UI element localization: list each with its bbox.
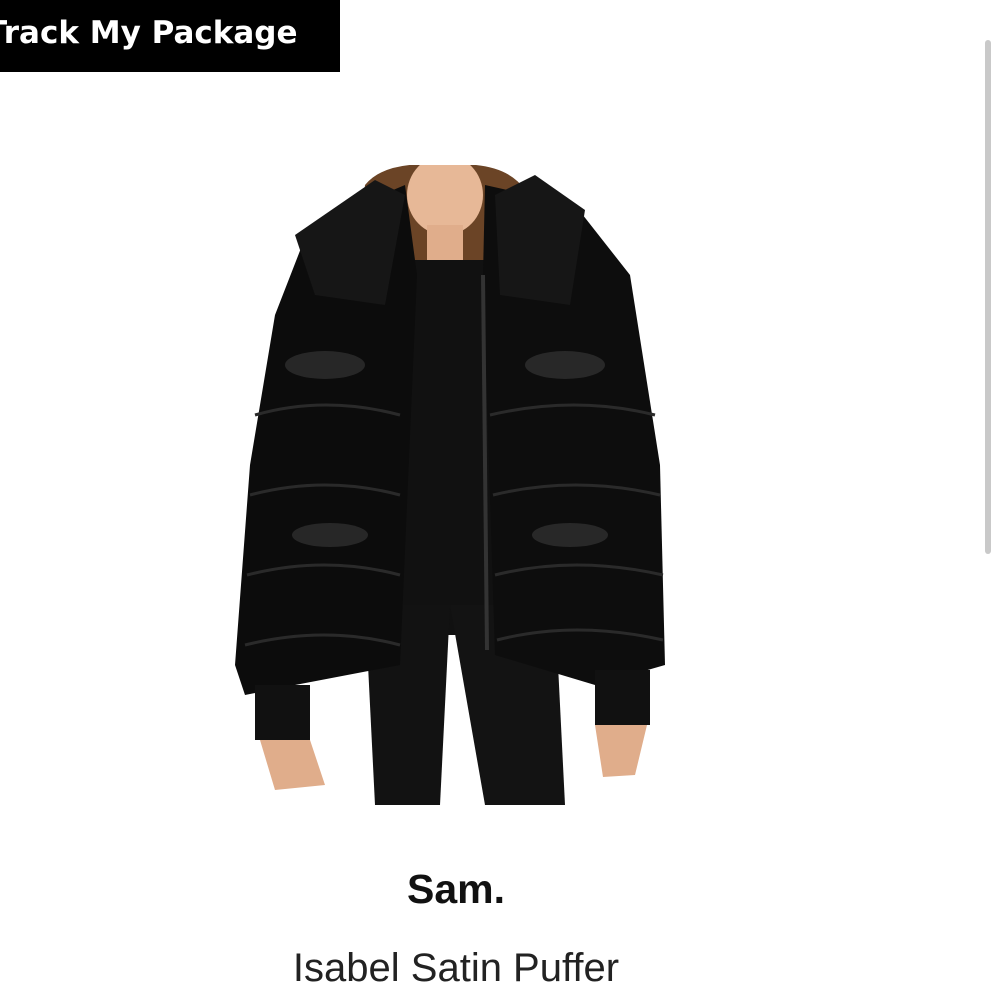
product-name[interactable]: Isabel Satin Puffer [0,946,912,991]
product-image[interactable] [235,155,675,805]
puffer-jacket-photo [235,155,665,805]
product-brand[interactable]: Sam. [0,866,912,913]
scrollbar[interactable] [985,40,991,554]
track-my-package-button[interactable]: Track My Package [0,0,340,72]
